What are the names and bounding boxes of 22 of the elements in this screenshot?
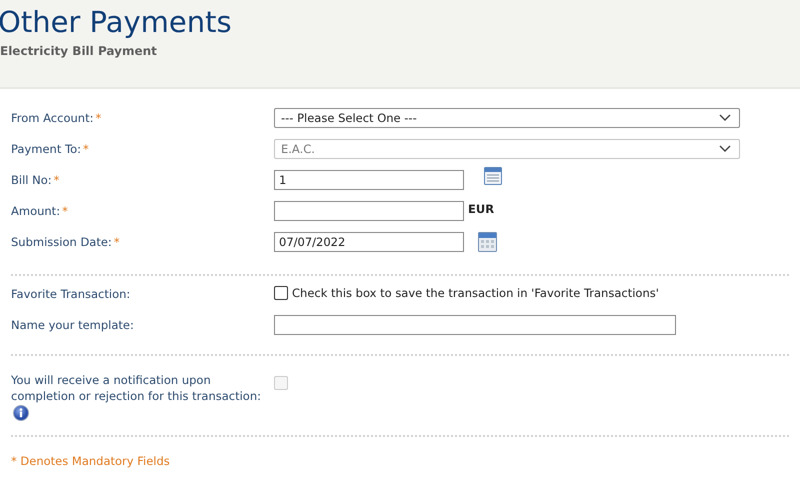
input-field[interactable] — [274, 201, 464, 221]
field-label: Amount: * — [11, 203, 68, 219]
input-field[interactable] — [274, 315, 676, 335]
mandatory-note: * Denotes Mandatory Fields — [11, 454, 170, 468]
chevron-down-icon[interactable] — [719, 114, 731, 122]
field-label: Favorite Transaction: — [11, 286, 130, 302]
field-label: Name your template: — [11, 317, 134, 333]
page-subtitle: Electricity Bill Payment — [0, 44, 157, 58]
field-label: Bill No: * — [11, 172, 60, 188]
checkbox[interactable] — [274, 286, 288, 300]
field-label: Submission Date: * — [11, 234, 120, 250]
page-title: Other Payments — [0, 4, 232, 39]
field-label: Payment To: * — [11, 141, 89, 157]
input-field[interactable]: 1 — [274, 170, 464, 190]
field-label: From Account: * — [11, 110, 102, 126]
input-field[interactable]: 07/07/2022 — [274, 232, 464, 252]
list-icon[interactable] — [484, 167, 502, 185]
calendar-icon[interactable] — [478, 232, 497, 252]
dropdown[interactable]: --- Please Select One --- — [274, 108, 740, 128]
checkbox-label: Check this box to save the transaction in 'Favorite Transactions' — [292, 285, 659, 301]
field-label: You will receive a notification upon completion or rejection for this transaction: — [11, 372, 262, 404]
currency-label: EUR — [468, 202, 494, 216]
